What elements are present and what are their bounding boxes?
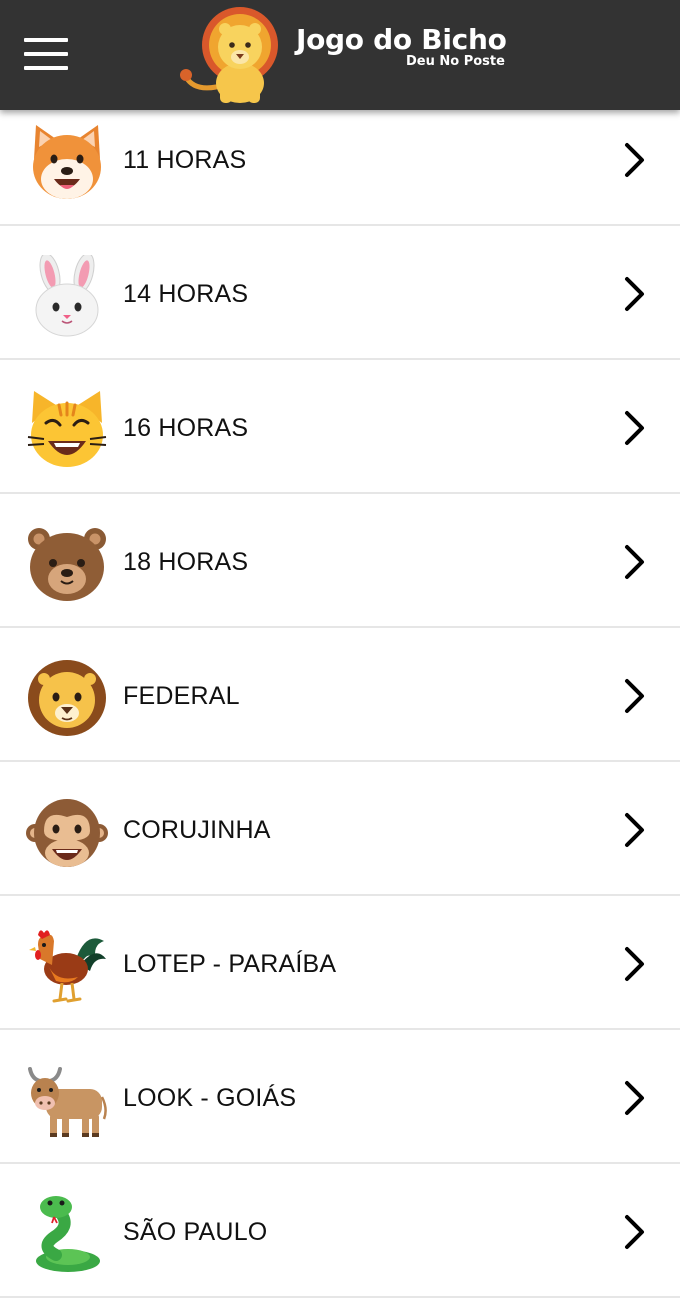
list-item[interactable]: LOTEP - PARAÍBA xyxy=(0,896,680,1030)
lion-face-icon xyxy=(28,660,106,736)
bear-face-icon xyxy=(28,528,106,601)
app-subtitle: Deu No Poste xyxy=(406,54,505,69)
draw-label: LOTEP - PARAÍBA xyxy=(123,950,337,978)
draw-label: SÃO PAULO xyxy=(123,1218,268,1246)
rabbit-face-icon xyxy=(35,255,99,337)
draw-label: LOOK - GOIÁS xyxy=(123,1084,297,1112)
draw-label: 11 HORAS xyxy=(123,146,247,174)
ox-icon xyxy=(28,1067,107,1137)
list-item[interactable]: 16 HORAS xyxy=(0,360,680,494)
list-item[interactable]: FEDERAL xyxy=(0,628,680,762)
hamburger-menu-icon[interactable] xyxy=(22,34,70,74)
list-item[interactable]: SÃO PAULO xyxy=(0,1164,680,1298)
list-item[interactable]: 14 HORAS xyxy=(0,226,680,360)
draw-label: 16 HORAS xyxy=(123,414,249,442)
chevron-right-icon[interactable] xyxy=(622,1214,648,1250)
app-logo: Jogo do Bicho Deu No Poste xyxy=(180,5,510,107)
chevron-right-icon[interactable] xyxy=(622,276,648,312)
draw-list: 11 HORAS 14 HORAS 16 HORAS 18 HORAS FEDE… xyxy=(0,92,680,1298)
dog-face-icon xyxy=(33,125,101,199)
list-item[interactable]: 18 HORAS xyxy=(0,494,680,628)
monkey-face-icon xyxy=(26,799,108,867)
chevron-right-icon[interactable] xyxy=(622,946,648,982)
chevron-right-icon[interactable] xyxy=(622,1080,648,1116)
chevron-right-icon[interactable] xyxy=(622,410,648,446)
list-item[interactable]: LOOK - GOIÁS xyxy=(0,1030,680,1164)
list-item[interactable]: 11 HORAS xyxy=(0,92,680,226)
draw-label: 14 HORAS xyxy=(123,280,249,308)
draw-label: CORUJINHA xyxy=(123,816,271,844)
rooster-icon xyxy=(29,930,106,1003)
app-title: Jogo do Bicho xyxy=(296,23,507,56)
lion-logo-icon xyxy=(180,7,278,103)
cat-face-icon xyxy=(27,391,107,467)
chevron-right-icon[interactable] xyxy=(622,812,648,848)
chevron-right-icon[interactable] xyxy=(622,678,648,714)
snake-icon xyxy=(36,1196,100,1272)
chevron-right-icon[interactable] xyxy=(622,142,648,178)
draw-label: FEDERAL xyxy=(123,682,240,710)
list-item[interactable]: CORUJINHA xyxy=(0,762,680,896)
chevron-right-icon[interactable] xyxy=(622,544,648,580)
draw-label: 18 HORAS xyxy=(123,548,249,576)
app-bar: Jogo do Bicho Deu No Poste xyxy=(0,0,680,110)
